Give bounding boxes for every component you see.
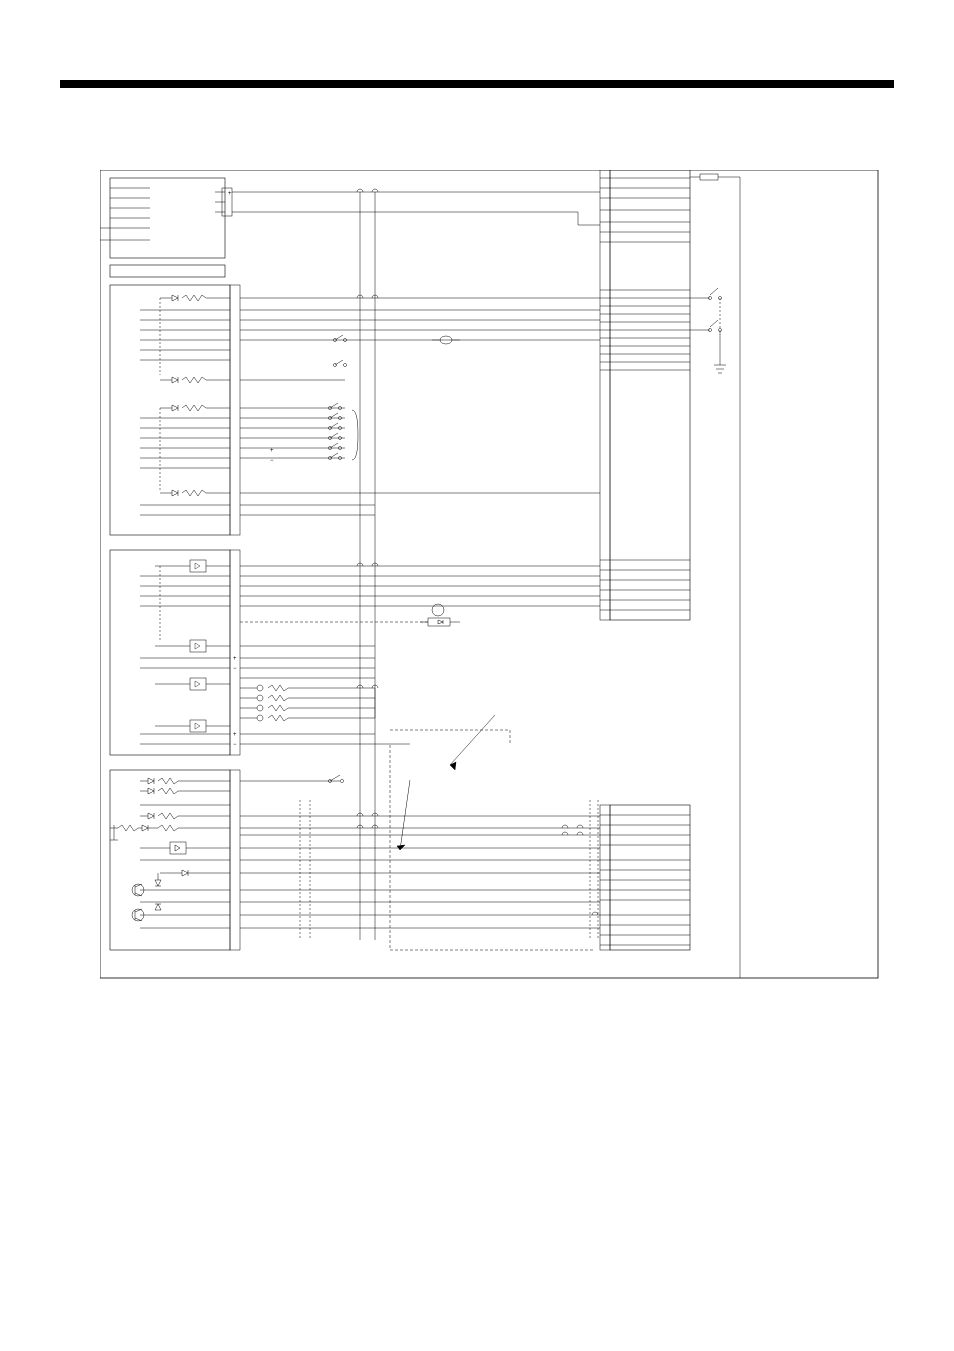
- right-block-top: [600, 170, 690, 620]
- block-d: [110, 770, 240, 950]
- switch-ground: [690, 288, 726, 373]
- plus-label: +: [228, 191, 232, 197]
- block-b: + −: [110, 285, 274, 535]
- block-c: + −: [110, 550, 375, 755]
- svg-text:−: −: [233, 742, 237, 748]
- svg-text:+: +: [270, 448, 274, 454]
- svg-text:+: +: [233, 732, 237, 738]
- fuse-symbol: [690, 174, 740, 978]
- wiring-bus: [240, 189, 600, 950]
- svg-text:−: −: [270, 458, 274, 464]
- wiring-diagram: +: [100, 170, 874, 980]
- svg-text:−: −: [233, 666, 237, 672]
- block-a: +: [100, 178, 380, 258]
- header-rule: [60, 80, 894, 88]
- right-block-bottom: [600, 805, 690, 950]
- svg-text:+: +: [233, 656, 237, 662]
- page-container: +: [60, 80, 894, 1291]
- separator-block: [110, 265, 225, 277]
- schematic-svg: +: [100, 170, 880, 980]
